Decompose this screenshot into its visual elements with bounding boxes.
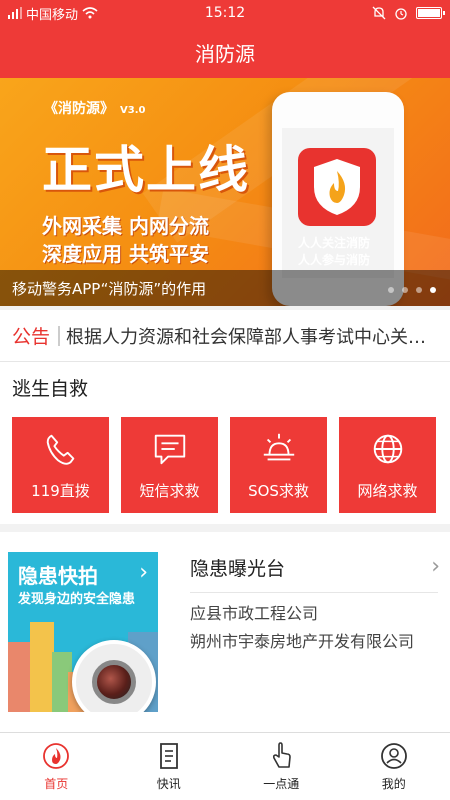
tile-label: 短信求救: [139, 481, 200, 500]
hazard-image-subtitle: 发现身边的安全隐患: [18, 592, 136, 607]
tile-label: 119直拨: [31, 481, 90, 500]
wifi-icon: [82, 7, 98, 19]
hazard-section: 隐患快拍 › 发现身边的安全隐患 隐患曝光台 › 应县市政工程公司 朔州市宇泰房…: [0, 532, 450, 732]
phone-icon: [46, 434, 74, 465]
bottom-tab-bar: 首页 快讯 一点通 我的: [0, 732, 450, 800]
alarm-clock-icon: [395, 8, 407, 20]
section-title: 逃生自救: [12, 378, 89, 400]
tab-label: 我的: [381, 777, 406, 791]
banner-version: V3.0: [120, 105, 146, 116]
tile-label: 网络求救: [357, 481, 418, 500]
chevron-right-icon[interactable]: ›: [431, 554, 440, 579]
tab-onepoint[interactable]: 一点通: [225, 733, 338, 800]
carousel-dot[interactable]: [416, 287, 422, 293]
sos-help-button[interactable]: SOS求救: [230, 417, 327, 513]
banner-slogan-2: 人人参与消防: [298, 253, 371, 267]
tab-label: 首页: [44, 777, 69, 791]
banner-carousel[interactable]: 《消防源》 V3.0 正式上线 外网采集 内网分流 深度应用 共筑平安 人人关注消…: [0, 78, 450, 306]
banner-caption: 移动警务APP“消防源”的作用: [0, 270, 450, 306]
announcement-tag: 公告: [12, 326, 51, 348]
carousel-dot-active[interactable]: [430, 287, 436, 293]
tab-mine[interactable]: 我的: [338, 733, 450, 800]
home-flame-icon: [43, 743, 70, 769]
app-title-bar: 消防源: [0, 26, 450, 78]
page-title: 消防源: [195, 41, 255, 66]
call-119-button[interactable]: 119直拨: [12, 417, 109, 513]
tile-label: SOS求救: [248, 481, 309, 500]
signal-icon: [8, 7, 22, 19]
banner-line-2: 深度应用 共筑平安: [42, 242, 209, 266]
globe-icon: [373, 434, 402, 463]
user-icon: [380, 743, 407, 769]
tab-home[interactable]: 首页: [0, 733, 113, 800]
carrier-label: 中国移动: [26, 7, 79, 23]
mute-bell-icon: [372, 6, 386, 20]
escape-section: 逃生自救 119直拨 短信求救 SOS求救 网络求救: [0, 362, 450, 524]
tab-news[interactable]: 快讯: [113, 733, 226, 800]
banner-headline: 正式上线: [42, 141, 250, 199]
status-bar: 中国移动 15:12: [0, 0, 450, 26]
carousel-dot[interactable]: [388, 287, 394, 293]
document-icon: [159, 743, 178, 769]
sms-help-button[interactable]: 短信求救: [121, 417, 218, 513]
tab-label: 一点通: [263, 777, 300, 791]
hazard-image-title: 隐患快拍: [18, 564, 98, 588]
announcement-text[interactable]: 根据人力资源和社会保障部人事考试中心关于2019年度一级注册消防工程师资格考试: [66, 323, 438, 349]
tab-label: 快讯: [156, 777, 181, 791]
hazard-title[interactable]: 隐患曝光台: [190, 554, 285, 581]
announcement-bar[interactable]: 公告 根据人力资源和社会保障部人事考试中心关于2019年度一级注册消防工程师资格…: [0, 310, 450, 362]
chevron-right-icon: ›: [139, 560, 148, 585]
divider: [58, 325, 61, 346]
clock: 15:12: [204, 5, 246, 21]
carousel-indicator: [388, 287, 436, 293]
hazard-list-item[interactable]: 朔州市宇泰房地产开发有限公司: [190, 628, 426, 652]
battery-icon: [416, 7, 445, 19]
network-help-button[interactable]: 网络求救: [339, 417, 436, 513]
banner-app-name: 《消防源》 V3.0: [44, 101, 146, 117]
sunrise-icon: [263, 433, 294, 460]
divider: [190, 592, 438, 593]
banner-line-1: 外网采集 内网分流: [42, 214, 209, 238]
tap-hand-icon: [273, 742, 292, 768]
hazard-snapshot-banner[interactable]: 隐患快拍 › 发现身边的安全隐患: [8, 552, 158, 712]
hazard-list-item[interactable]: 应县市政工程公司: [190, 600, 426, 624]
message-icon: [154, 434, 185, 464]
carousel-dot[interactable]: [402, 287, 408, 293]
banner-slogan-1: 人人关注消防: [298, 236, 371, 250]
shield-flame-icon: [298, 148, 376, 226]
